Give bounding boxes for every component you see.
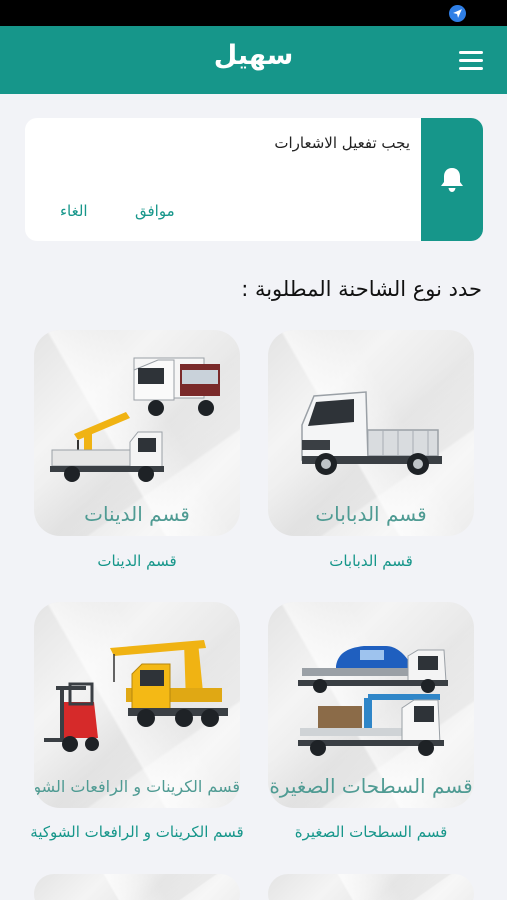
category-label-small-flatbeds[interactable]: قسم السطحات الصغيرة [256, 823, 486, 841]
tile-caption: قسم الدينات [84, 502, 190, 526]
location-arrow-icon [449, 5, 466, 22]
cancel-button[interactable]: الغاء [60, 202, 88, 220]
section-title: حدد نوع الشاحنة المطلوبة : [241, 277, 482, 301]
menu-icon [459, 51, 483, 54]
status-bar [0, 0, 507, 26]
category-tile-partial-left[interactable] [34, 874, 240, 900]
notification-icon-panel [421, 118, 483, 241]
category-label-pickups[interactable]: قسم الدبابات [256, 552, 486, 570]
notification-message: يجب تفعيل الاشعارات [274, 134, 410, 152]
app-title: سهيل [213, 40, 294, 71]
tile-caption: قسم السطحات الصغيرة [269, 774, 473, 798]
app-bar: سهيل [0, 26, 507, 94]
menu-icon-bar [459, 59, 483, 62]
category-tile-pickups[interactable]: قسم الدبابات [268, 330, 474, 536]
category-tile-partial-right[interactable] [268, 874, 474, 900]
tile-caption: قسم الكرينات و الرافعات الشوكية [34, 777, 240, 796]
category-label-dynas[interactable]: قسم الدينات [22, 552, 252, 570]
accept-button[interactable]: موافق [135, 202, 175, 220]
category-tile-small-flatbeds[interactable]: قسم السطحات الصغيرة [268, 602, 474, 808]
category-tile-cranes-forklifts[interactable]: قسم الكرينات و الرافعات الشوكية [34, 602, 240, 808]
category-label-cranes-forklifts[interactable]: قسم الكرينات و الرافعات الشوكية [22, 823, 252, 841]
category-tile-dynas[interactable]: قسم الدينات [34, 330, 240, 536]
menu-button[interactable] [459, 51, 484, 71]
notification-card: يجب تفعيل الاشعارات موافق الغاء [25, 118, 483, 241]
menu-icon-bar [459, 67, 483, 70]
bell-icon [441, 167, 463, 192]
tile-caption: قسم الدبابات [315, 502, 427, 526]
